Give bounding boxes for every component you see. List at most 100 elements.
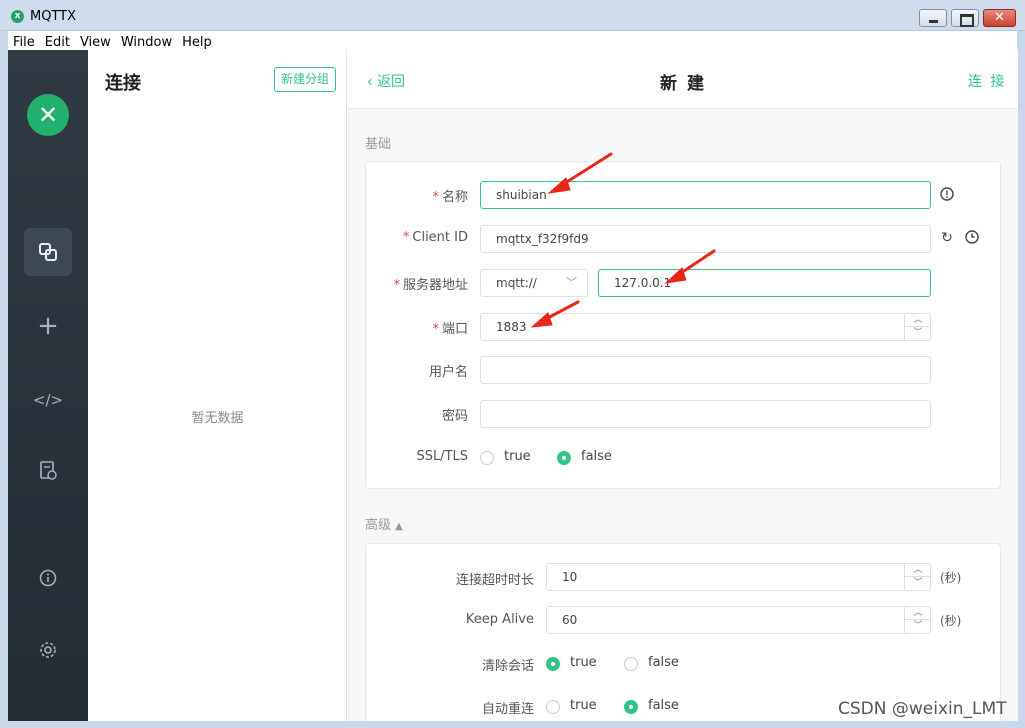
- client-id-input[interactable]: mqttx_f32f9fd9: [480, 225, 931, 253]
- decrement-button[interactable]: ﹀: [905, 577, 931, 590]
- menu-bar: File Edit View Window Help: [0, 31, 1025, 50]
- connections-title: 连接: [105, 73, 141, 94]
- minimize-button[interactable]: [919, 9, 947, 27]
- reconnect-true-radio[interactable]: [546, 700, 560, 714]
- menu-edit[interactable]: Edit: [40, 33, 75, 51]
- timeout-input[interactable]: 10 ︿ ﹀: [546, 563, 931, 591]
- increment-button[interactable]: ︿: [905, 314, 931, 327]
- maximize-button[interactable]: [951, 9, 979, 27]
- host-input[interactable]: 127.0.0.1: [598, 269, 931, 297]
- menu-help[interactable]: Help: [177, 33, 217, 51]
- port-input[interactable]: 1883 ︿ ﹀: [480, 313, 931, 341]
- clean-true-label: true: [570, 655, 597, 670]
- port-label-text: 端口: [441, 322, 468, 337]
- port-value: 1883: [496, 320, 527, 334]
- app-logo-icon: x: [11, 10, 24, 23]
- increment-button[interactable]: ︿: [905, 607, 931, 620]
- menu-window[interactable]: Window: [116, 33, 177, 51]
- close-button[interactable]: ✕: [983, 9, 1016, 27]
- reconnect-false-label: false: [648, 698, 679, 713]
- client-id-label: * Client ID: [366, 230, 468, 245]
- name-label-text: 名称: [441, 190, 468, 205]
- decrement-button[interactable]: ﹀: [905, 327, 931, 340]
- left-sidebar: ✕ + </>: [8, 50, 88, 721]
- required-mark: *: [432, 190, 439, 205]
- reconnect-label: 自动重连: [481, 702, 534, 717]
- reconnect-false-radio[interactable]: [624, 700, 638, 714]
- keepalive-label: Keep Alive: [465, 612, 534, 627]
- nav-connections[interactable]: [24, 228, 72, 276]
- nav-script[interactable]: </>: [24, 374, 72, 422]
- form-header: ‹ 返回 新 建 连 接: [348, 50, 1018, 109]
- client-id-label-text: Client ID: [412, 230, 468, 245]
- empty-state-text: 暂无数据: [191, 411, 244, 426]
- basic-settings-card: * 名称 shuibian * Client ID mqttx_f32f9fd9 ↻…: [365, 161, 1001, 489]
- ssl-false-label: false: [581, 449, 612, 464]
- reconnect-true-label: true: [570, 698, 597, 713]
- connections-icon: [39, 243, 57, 261]
- close-icon: ✕: [994, 10, 1005, 25]
- connection-list-panel: 连接 新建分组 暂无数据: [88, 50, 347, 721]
- refresh-icon[interactable]: ↻: [939, 230, 955, 246]
- new-connection-form: ‹ 返回 新 建 连 接 基础 * 名称 shuibian * Client ID …: [348, 50, 1018, 721]
- caret-up-icon: ▲: [395, 521, 403, 532]
- clean-false-label: false: [648, 655, 679, 670]
- advanced-section-text: 高级: [365, 518, 392, 533]
- timeout-unit: (秒): [940, 571, 962, 585]
- clean-false-radio[interactable]: [624, 657, 638, 671]
- mqttx-logo: ✕: [27, 94, 69, 136]
- maximize-icon: [952, 10, 978, 27]
- gear-icon: [40, 642, 56, 658]
- host-label-text: 服务器地址: [402, 278, 468, 293]
- name-input[interactable]: shuibian: [480, 181, 931, 209]
- username-label: 用户名: [428, 365, 468, 380]
- protocol-select[interactable]: mqtt:// ﹀: [480, 269, 588, 297]
- page-title: 新 建: [660, 74, 706, 94]
- menu-file[interactable]: File: [8, 33, 40, 51]
- port-stepper: ︿ ﹀: [904, 314, 931, 340]
- basic-section-title: 基础: [365, 137, 392, 152]
- password-input[interactable]: [480, 400, 931, 428]
- timeout-value: 10: [562, 570, 578, 584]
- name-label: * 名称: [366, 186, 468, 205]
- nav-settings[interactable]: [24, 626, 72, 674]
- window-title: MQTTX: [30, 9, 77, 24]
- port-label: * 端口: [366, 318, 468, 337]
- required-mark: *: [393, 278, 400, 293]
- keepalive-stepper: ︿ ﹀: [904, 607, 931, 633]
- keepalive-value: 60: [562, 613, 578, 627]
- nav-about[interactable]: [24, 554, 72, 602]
- host-label: * 服务器地址: [366, 274, 468, 293]
- info-icon: [39, 569, 57, 587]
- keepalive-unit: (秒): [940, 614, 962, 628]
- password-label: 密码: [441, 409, 468, 424]
- clock-icon[interactable]: [964, 230, 980, 246]
- clean-true-radio[interactable]: [546, 657, 560, 671]
- log-icon: [40, 461, 57, 480]
- ssl-false-radio[interactable]: [557, 451, 571, 465]
- ssl-true-label: true: [504, 449, 531, 464]
- protocol-value: mqtt://: [496, 276, 537, 290]
- nav-new-connection[interactable]: +: [24, 302, 72, 350]
- new-group-button[interactable]: 新建分组: [274, 67, 336, 92]
- minimize-icon: [920, 10, 946, 26]
- chevron-down-icon: ﹀: [566, 276, 577, 289]
- app-window: ✕ + </> 连接 新建分组 暂无数据 ‹ 返回 新 建 连 接 基础 * 名称: [8, 50, 1018, 721]
- menu-view[interactable]: View: [75, 33, 116, 51]
- alert-circle-icon[interactable]: [939, 187, 955, 203]
- nav-log[interactable]: [24, 447, 72, 495]
- advanced-section-title[interactable]: 高级 ▲: [365, 514, 403, 533]
- add-icon: +: [37, 311, 59, 341]
- username-input[interactable]: [480, 356, 931, 384]
- decrement-button[interactable]: ﹀: [905, 620, 931, 633]
- ssl-true-radio[interactable]: [480, 451, 494, 465]
- watermark: CSDN @weixin_LMT: [838, 699, 1007, 719]
- clean-session-label: 清除会话: [481, 659, 534, 674]
- ssl-label: SSL/TLS: [416, 449, 468, 464]
- window-titlebar: x MQTTX ✕: [0, 0, 1025, 31]
- keepalive-input[interactable]: 60 ︿ ﹀: [546, 606, 931, 634]
- increment-button[interactable]: ︿: [905, 564, 931, 577]
- advanced-settings-card: 连接超时时长 10 ︿ ﹀ (秒) Keep Alive 60 ︿ ﹀ (秒) 清除…: [365, 543, 1001, 721]
- required-mark: *: [432, 322, 439, 337]
- connect-button[interactable]: 连 接: [968, 71, 1006, 91]
